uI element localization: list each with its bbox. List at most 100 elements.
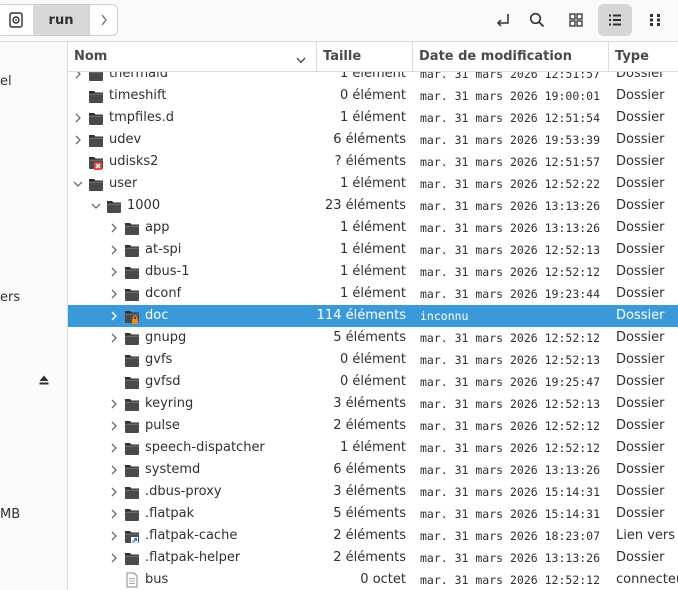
file-name: timeshift xyxy=(109,88,167,103)
chevron-right-icon[interactable] xyxy=(108,310,120,322)
file-type: Dossier xyxy=(616,550,665,565)
file-size: 1 élément xyxy=(339,440,406,455)
grid-view-icon[interactable] xyxy=(559,4,593,36)
table-row[interactable]: systemd 6 éléments mar. 31 mars 2026 13:13… xyxy=(68,459,678,481)
file-size: 6 éléments xyxy=(333,462,406,477)
file-type: Dossier xyxy=(616,198,665,213)
table-row[interactable]: bus 0 octet mar. 31 mars 2026 12:52:12 conn… xyxy=(68,569,678,590)
chevron-right-icon[interactable] xyxy=(108,508,120,520)
file-name: udev xyxy=(109,132,142,147)
list-view-icon[interactable] xyxy=(598,4,632,36)
column-size[interactable]: Taille xyxy=(317,42,413,71)
table-row[interactable]: dbus-1 1 élément mar. 31 mars 2026 12:52:1… xyxy=(68,261,678,283)
file-size: 3 éléments xyxy=(333,484,406,499)
table-row[interactable]: pulse 2 éléments mar. 31 mars 2026 12:52:1… xyxy=(68,415,678,437)
file-type: Dossier xyxy=(616,220,665,235)
table-row[interactable]: gvfs 0 élément mar. 31 mars 2026 12:52:13 D… xyxy=(68,349,678,371)
table-row[interactable]: .flatpak-cache 2 éléments mar. 31 mars 202… xyxy=(68,525,678,547)
file-type: Dossier xyxy=(616,88,665,103)
chevron-right-icon[interactable] xyxy=(108,288,120,300)
folder-icon xyxy=(124,506,140,522)
disk-icon[interactable] xyxy=(1,5,31,35)
file-size: 1 élément xyxy=(339,242,406,257)
file-date: mar. 31 mars 2026 13:13:26 xyxy=(420,199,601,213)
file-type: Dossier xyxy=(616,154,665,169)
file-size: 0 élément xyxy=(339,352,406,367)
file-name: gvfs xyxy=(145,352,173,367)
column-type[interactable]: Type xyxy=(609,42,678,71)
table-row[interactable]: 1000 23 éléments mar. 31 mars 2026 13:13:2… xyxy=(68,195,678,217)
header-bar: run xyxy=(0,0,678,42)
file-size: 1 élément xyxy=(339,220,406,235)
chevron-right-icon[interactable] xyxy=(108,464,120,476)
file-size: 114 éléments xyxy=(316,308,406,323)
path-segment-run[interactable]: run xyxy=(33,5,89,35)
table-row[interactable]: .flatpak 5 éléments mar. 31 mars 2026 15:1… xyxy=(68,503,678,525)
chevron-right-icon[interactable] xyxy=(108,266,120,278)
chevron-right-icon[interactable] xyxy=(108,222,120,234)
chevron-right-icon[interactable] xyxy=(72,134,84,146)
table-row[interactable]: dconf 1 élément mar. 31 mars 2026 19:23:44… xyxy=(68,283,678,305)
file-type: Dossier xyxy=(616,110,665,125)
table-row[interactable]: app 1 élément mar. 31 mars 2026 13:13:26 Do… xyxy=(68,217,678,239)
file-date: mar. 31 mars 2026 19:25:47 xyxy=(420,375,601,389)
table-row[interactable]: udev 6 éléments mar. 31 mars 2026 19:53:39… xyxy=(68,129,678,151)
chevron-right-icon[interactable] xyxy=(108,398,120,410)
file-size: 2 éléments xyxy=(333,418,406,433)
chevron-right-icon[interactable] xyxy=(108,420,120,432)
file-name: keyring xyxy=(145,396,194,411)
file-list: thermald 1 élément mar. 31 mars 2026 12:51… xyxy=(68,63,678,590)
file-name: udisks2 xyxy=(109,154,159,169)
file-size: 6 éléments xyxy=(333,132,406,147)
menu-icon[interactable] xyxy=(638,4,672,36)
table-row[interactable]: gvfsd 0 élément mar. 31 mars 2026 19:25:47… xyxy=(68,371,678,393)
file-date: mar. 31 mars 2026 15:14:31 xyxy=(420,507,601,521)
table-row[interactable]: at-spi 1 élément mar. 31 mars 2026 12:52:1… xyxy=(68,239,678,261)
table-row[interactable]: tmpfiles.d 1 élément mar. 31 mars 2026 12:… xyxy=(68,107,678,129)
table-row[interactable]: .flatpak-helper 2 éléments mar. 31 mars 20… xyxy=(68,547,678,569)
sidebar-item-label[interactable]: ers xyxy=(0,290,20,305)
sidebar-item-label[interactable]: el xyxy=(0,74,12,89)
file-size: 3 éléments xyxy=(333,396,406,411)
sidebar-item-label[interactable]: MB xyxy=(0,507,20,522)
file-date: mar. 31 mars 2026 12:52:12 xyxy=(420,573,601,587)
folder-icon xyxy=(124,286,140,302)
chevron-down-icon[interactable] xyxy=(90,200,102,212)
folder-icon xyxy=(124,418,140,434)
column-name-label: Nom xyxy=(74,49,108,64)
chevron-right-icon[interactable] xyxy=(108,332,120,344)
table-row[interactable]: udisks2 ? éléments mar. 31 mars 2026 12:51… xyxy=(68,151,678,173)
enter-icon[interactable] xyxy=(486,4,520,36)
chevron-right-icon[interactable] xyxy=(108,244,120,256)
search-icon[interactable] xyxy=(520,4,554,36)
file-date: mar. 31 mars 2026 12:52:12 xyxy=(420,265,601,279)
table-row[interactable]: doc 114 éléments inconnu Dossier xyxy=(68,305,678,327)
chevron-down-icon[interactable] xyxy=(72,178,84,190)
chevron-right-icon[interactable] xyxy=(108,552,120,564)
file-type: Dossier xyxy=(616,374,665,389)
table-row[interactable]: timeshift 0 élément mar. 31 mars 2026 19:0… xyxy=(68,85,678,107)
eject-icon[interactable] xyxy=(39,374,49,385)
table-row[interactable]: .dbus-proxy 3 éléments mar. 31 mars 2026 1… xyxy=(68,481,678,503)
column-header: Nom Taille Date de modification Type xyxy=(68,42,678,72)
folder-icon xyxy=(124,440,140,456)
file-size: ? éléments xyxy=(334,154,406,169)
table-row[interactable]: user 1 élément mar. 31 mars 2026 12:52:22 D… xyxy=(68,173,678,195)
chevron-right-icon[interactable] xyxy=(108,486,120,498)
folder-link-icon xyxy=(124,528,140,544)
file-name: systemd xyxy=(145,462,201,477)
sidebar: el ers MB xyxy=(0,42,68,590)
column-name[interactable]: Nom xyxy=(68,42,317,71)
folder-icon xyxy=(124,550,140,566)
chevron-right-icon[interactable] xyxy=(108,530,120,542)
table-row[interactable]: keyring 3 éléments mar. 31 mars 2026 12:52… xyxy=(68,393,678,415)
file-type: Dossier xyxy=(616,418,665,433)
file-name: .flatpak xyxy=(145,506,195,521)
chevron-right-icon[interactable] xyxy=(89,5,117,35)
chevron-right-icon[interactable] xyxy=(108,442,120,454)
table-row[interactable]: gnupg 5 éléments mar. 31 mars 2026 12:52:1… xyxy=(68,327,678,349)
file-name: .dbus-proxy xyxy=(145,484,222,499)
chevron-right-icon[interactable] xyxy=(72,112,84,124)
table-row[interactable]: speech-dispatcher 1 élément mar. 31 mars 2… xyxy=(68,437,678,459)
column-date[interactable]: Date de modification xyxy=(413,42,609,71)
